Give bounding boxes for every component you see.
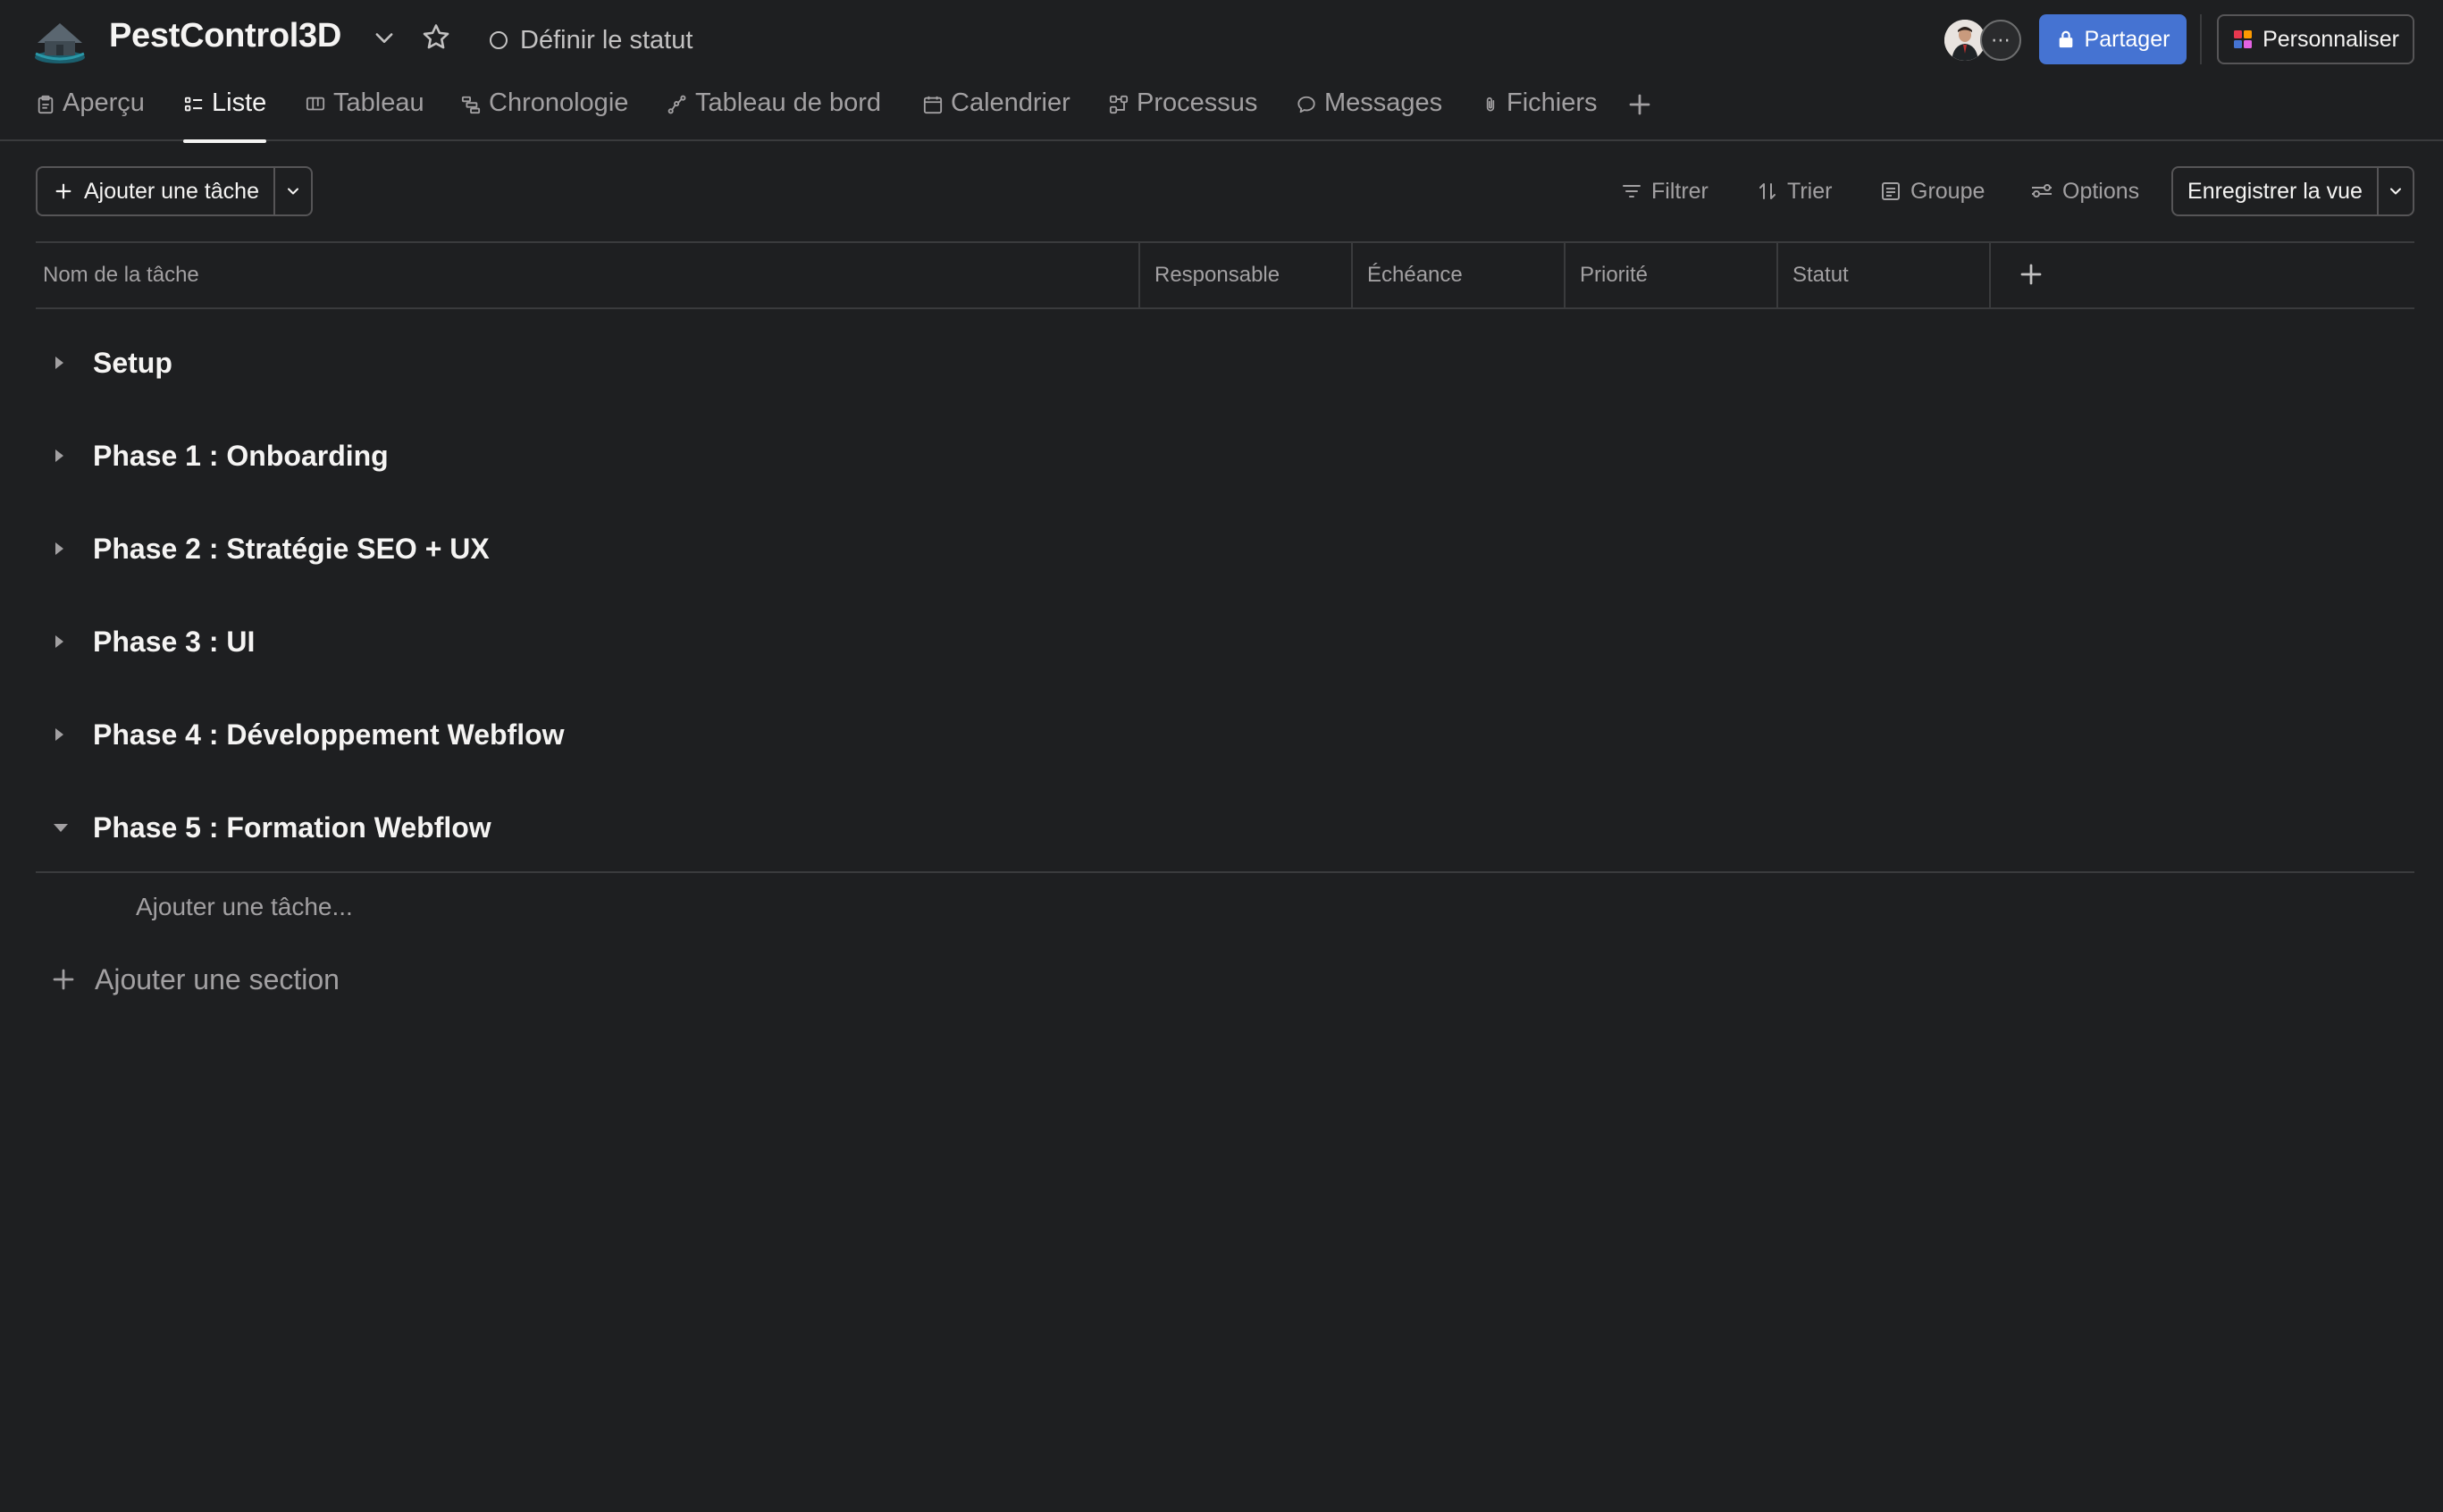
clipboard-icon	[36, 95, 55, 114]
add-section-label: Ajouter une section	[95, 962, 340, 995]
add-tab-plus-icon[interactable]	[1626, 91, 1653, 118]
section-row: Phase 4 : Développement Webflow	[36, 708, 840, 761]
tab-files[interactable]: Fichiers	[1482, 80, 1598, 141]
header-divider	[2200, 14, 2202, 64]
save-view-split-button: Enregistrer la vue	[2171, 166, 2414, 216]
add-task-split-button: Ajouter une tâche	[36, 166, 313, 216]
customize-button[interactable]: Personnaliser	[2217, 14, 2414, 64]
add-section-button[interactable]: Ajouter une section	[50, 958, 340, 1001]
add-column-plus-icon[interactable]	[2018, 261, 2044, 288]
column-header-status[interactable]: Statut	[1776, 243, 1989, 307]
filter-label: Filtrer	[1651, 178, 1708, 204]
project-header: PestControl3D Définir le statut ⋯ Partag…	[0, 0, 2443, 80]
tab-messages[interactable]: Messages	[1296, 80, 1442, 141]
chevron-down-icon	[284, 182, 302, 200]
caret-right-icon[interactable]	[36, 615, 93, 668]
tab-overview[interactable]: Aperçu	[36, 80, 145, 141]
view-tabs: Aperçu Liste Tableau Chronologie Tableau…	[0, 80, 2443, 143]
section-name[interactable]: Phase 1 : Onboarding	[93, 440, 389, 473]
caret-right-icon[interactable]	[36, 336, 93, 390]
calendar-icon	[922, 95, 944, 114]
list-icon	[183, 95, 205, 114]
tab-dashboard-label: Tableau de bord	[695, 88, 881, 117]
section-row: Phase 1 : Onboarding	[36, 429, 840, 483]
chevron-down-icon	[2387, 182, 2405, 200]
add-task-label: Ajouter une tâche	[84, 178, 259, 204]
tab-overview-label: Aperçu	[63, 88, 145, 117]
options-label: Options	[2062, 178, 2140, 204]
options-sliders-icon	[2030, 181, 2053, 202]
timeline-icon	[460, 95, 482, 114]
tab-board[interactable]: Tableau	[305, 80, 424, 141]
star-icon[interactable]	[420, 21, 452, 54]
column-divider	[1989, 243, 2005, 307]
plus-icon	[50, 966, 77, 993]
section-divider	[36, 871, 2414, 873]
section-row: Phase 5 : Formation Webflow	[36, 801, 840, 854]
workflow-icon	[1108, 95, 1129, 114]
section-name[interactable]: Phase 3 : UI	[93, 626, 255, 659]
tab-files-label: Fichiers	[1507, 88, 1598, 117]
group-label: Groupe	[1910, 178, 1985, 204]
share-button[interactable]: Partager	[2039, 14, 2187, 64]
save-view-dropdown-button[interactable]	[2377, 168, 2413, 214]
tab-calendar-label: Calendrier	[951, 88, 1070, 117]
tab-messages-label: Messages	[1324, 88, 1443, 117]
tab-workflow-label: Processus	[1137, 88, 1258, 117]
filter-icon	[1621, 181, 1642, 202]
section-row: Phase 2 : Stratégie SEO + UX	[36, 522, 840, 575]
tab-calendar[interactable]: Calendrier	[922, 80, 1070, 141]
set-status-label: Définir le statut	[520, 25, 693, 55]
column-header-assignee[interactable]: Responsable	[1138, 243, 1351, 307]
customize-grid-icon	[2232, 29, 2254, 50]
sort-button[interactable]: Trier	[1757, 175, 1832, 207]
sort-label: Trier	[1787, 178, 1833, 204]
save-view-button[interactable]: Enregistrer la vue	[2173, 168, 2377, 214]
tab-board-label: Tableau	[333, 88, 424, 117]
lock-icon	[2056, 29, 2076, 49]
column-header-task-name[interactable]: Nom de la tâche	[43, 243, 1138, 307]
caret-right-icon[interactable]	[36, 708, 93, 761]
section-row: Setup	[36, 336, 840, 390]
tab-dashboard[interactable]: Tableau de bord	[667, 80, 881, 141]
dashboard-icon	[667, 95, 688, 114]
section-row: Phase 3 : UI	[36, 615, 840, 668]
tab-list[interactable]: Liste	[183, 80, 267, 143]
group-icon	[1880, 181, 1902, 202]
more-members-button[interactable]: ⋯	[1980, 20, 2021, 61]
customize-label: Personnaliser	[2263, 26, 2399, 52]
share-label: Partager	[2084, 26, 2170, 52]
chevron-down-icon[interactable]	[372, 25, 397, 50]
caret-right-icon[interactable]	[36, 522, 93, 575]
section-name[interactable]: Phase 2 : Stratégie SEO + UX	[93, 533, 490, 566]
column-header-due-date[interactable]: Échéance	[1351, 243, 1564, 307]
project-title[interactable]: PestControl3D	[109, 17, 341, 55]
plus-icon	[54, 181, 73, 201]
section-name[interactable]: Setup	[93, 347, 172, 380]
project-logo	[32, 13, 88, 68]
group-button[interactable]: Groupe	[1880, 175, 1985, 207]
tab-timeline[interactable]: Chronologie	[460, 80, 628, 141]
add-task-dropdown-button[interactable]	[273, 168, 311, 214]
options-button[interactable]: Options	[2030, 175, 2139, 207]
filter-button[interactable]: Filtrer	[1621, 175, 1708, 207]
table-header: Nom de la tâche Responsable Échéance Pri…	[36, 241, 2414, 309]
circle-icon	[488, 29, 509, 51]
board-icon	[305, 95, 326, 114]
set-status-button[interactable]: Définir le statut	[488, 20, 693, 61]
tab-list-label: Liste	[212, 88, 267, 117]
add-task-inline-input[interactable]: Ajouter une tâche...	[136, 889, 353, 925]
caret-down-icon[interactable]	[36, 801, 93, 854]
paperclip-icon	[1482, 95, 1499, 114]
message-icon	[1296, 95, 1317, 114]
section-name[interactable]: Phase 4 : Développement Webflow	[93, 718, 565, 752]
add-task-button[interactable]: Ajouter une tâche	[38, 168, 273, 214]
tab-timeline-label: Chronologie	[489, 88, 629, 117]
sort-icon	[1757, 181, 1778, 202]
caret-right-icon[interactable]	[36, 429, 93, 483]
tab-workflow[interactable]: Processus	[1108, 80, 1257, 141]
section-name[interactable]: Phase 5 : Formation Webflow	[93, 811, 491, 844]
column-header-priority[interactable]: Priorité	[1564, 243, 1776, 307]
